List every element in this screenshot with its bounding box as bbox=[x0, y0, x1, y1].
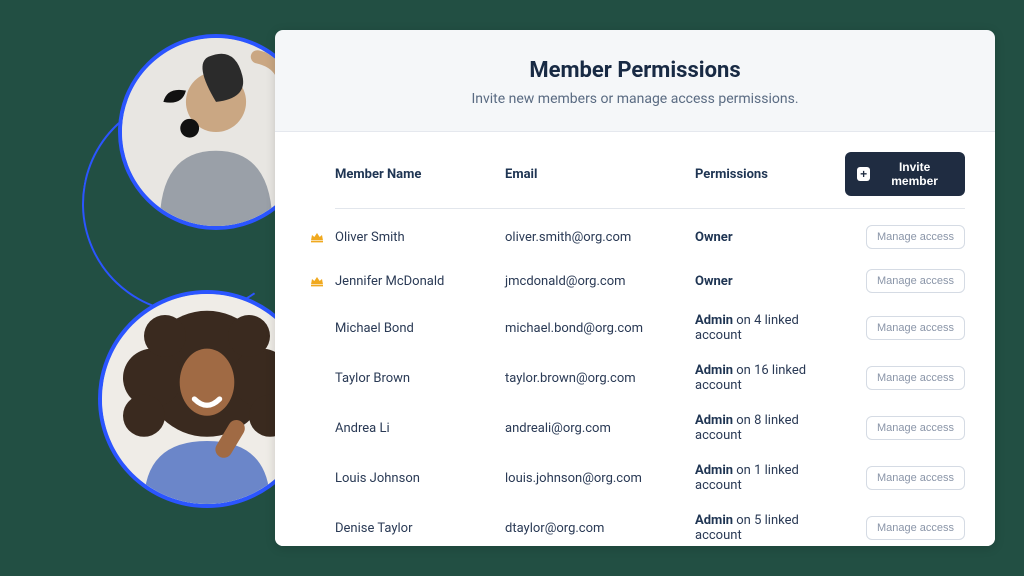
manage-access-button[interactable]: Manage access bbox=[866, 225, 965, 249]
plus-icon: + bbox=[857, 167, 870, 181]
member-permission: Admin on 4 linked account bbox=[695, 313, 845, 343]
member-name: Louis Johnson bbox=[335, 471, 505, 486]
table-row: Louis Johnsonlouis.johnson@org.comAdmin … bbox=[335, 453, 965, 503]
table-header: Member Name Email Permissions + Invite m… bbox=[335, 132, 965, 209]
manage-access-button[interactable]: Manage access bbox=[866, 516, 965, 540]
page-title: Member Permissions bbox=[295, 58, 975, 83]
member-permission: Admin on 16 linked account bbox=[695, 363, 845, 393]
member-role: Owner bbox=[695, 274, 733, 289]
table-row: Oliver Smitholiver.smith@org.comOwner Man… bbox=[335, 215, 965, 259]
table-row: Andrea Liandreali@org.comAdmin on 8 link… bbox=[335, 403, 965, 453]
member-name: Denise Taylor bbox=[335, 521, 505, 536]
member-permission: Admin on 1 linked account bbox=[695, 463, 845, 493]
member-permission: Admin on 5 linked account bbox=[695, 513, 845, 543]
member-email: andreali@org.com bbox=[505, 421, 695, 436]
member-role: Admin bbox=[695, 513, 733, 528]
member-role: Owner bbox=[695, 230, 733, 245]
member-email: michael.bond@org.com bbox=[505, 321, 695, 336]
member-name: Jennifer McDonald bbox=[335, 274, 505, 289]
member-role: Admin bbox=[695, 463, 733, 478]
column-header-email: Email bbox=[505, 167, 695, 182]
member-role: Admin bbox=[695, 313, 733, 328]
member-name: Michael Bond bbox=[335, 321, 505, 336]
column-header-permissions: Permissions bbox=[695, 167, 845, 182]
table-row: Denise Taylordtaylor@org.comAdmin on 5 l… bbox=[335, 503, 965, 546]
member-permission: Owner bbox=[695, 230, 845, 245]
member-permission: Owner bbox=[695, 274, 845, 289]
manage-access-button[interactable]: Manage access bbox=[866, 416, 965, 440]
member-email: dtaylor@org.com bbox=[505, 521, 695, 536]
crown-icon bbox=[309, 273, 325, 289]
permissions-panel: Member Permissions Invite new members or… bbox=[275, 30, 995, 546]
members-card: Member Name Email Permissions + Invite m… bbox=[275, 131, 995, 546]
member-name: Oliver Smith bbox=[335, 230, 505, 245]
table-row: Michael Bondmichael.bond@org.comAdmin on… bbox=[335, 303, 965, 353]
member-email: taylor.brown@org.com bbox=[505, 371, 695, 386]
member-email: louis.johnson@org.com bbox=[505, 471, 695, 486]
column-header-name: Member Name bbox=[335, 167, 505, 182]
crown-icon bbox=[309, 229, 325, 245]
members-list: Oliver Smitholiver.smith@org.comOwnerMan… bbox=[335, 209, 965, 546]
invite-member-label: Invite member bbox=[876, 160, 953, 188]
table-row: Jennifer McDonaldjmcdonald@org.comOwner M… bbox=[335, 259, 965, 303]
manage-access-button[interactable]: Manage access bbox=[866, 366, 965, 390]
member-name: Taylor Brown bbox=[335, 371, 505, 386]
member-role: Admin bbox=[695, 363, 733, 378]
member-email: jmcdonald@org.com bbox=[505, 274, 695, 289]
manage-access-button[interactable]: Manage access bbox=[866, 316, 965, 340]
manage-access-button[interactable]: Manage access bbox=[866, 269, 965, 293]
member-permission: Admin on 8 linked account bbox=[695, 413, 845, 443]
page-subtitle: Invite new members or manage access perm… bbox=[295, 91, 975, 107]
table-row: Taylor Browntaylor.brown@org.comAdmin on… bbox=[335, 353, 965, 403]
invite-member-button[interactable]: + Invite member bbox=[845, 152, 965, 196]
member-email: oliver.smith@org.com bbox=[505, 230, 695, 245]
member-name: Andrea Li bbox=[335, 421, 505, 436]
manage-access-button[interactable]: Manage access bbox=[866, 466, 965, 490]
member-role: Admin bbox=[695, 413, 733, 428]
